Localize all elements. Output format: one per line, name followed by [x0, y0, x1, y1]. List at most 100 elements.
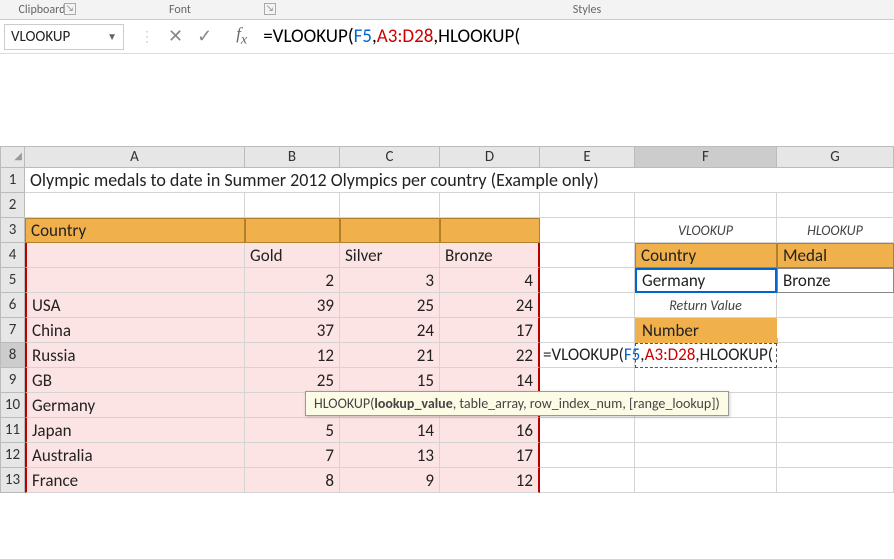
- cell-E11[interactable]: [540, 418, 635, 443]
- cell-D3[interactable]: [440, 218, 540, 243]
- cell-A4[interactable]: [25, 243, 245, 268]
- cell-C9[interactable]: 15: [340, 368, 440, 393]
- chevron-down-icon[interactable]: ▼: [107, 30, 117, 43]
- cell-G7[interactable]: [777, 318, 894, 343]
- cell-E3[interactable]: [540, 218, 635, 243]
- accept-formula-button[interactable]: ✓: [197, 25, 212, 47]
- row-header-7[interactable]: 7: [0, 318, 25, 343]
- cell-G6[interactable]: [777, 293, 894, 318]
- fx-icon[interactable]: fx: [236, 24, 247, 48]
- cell-G2[interactable]: [777, 193, 894, 218]
- cell-B4-gold[interactable]: Gold: [245, 243, 340, 268]
- cell-B10[interactable]: HLOOKUP(lookup_value, table_array, row_i…: [245, 393, 340, 418]
- row-header-3[interactable]: 3: [0, 218, 25, 243]
- col-header-F[interactable]: F: [635, 146, 777, 168]
- row-header-2[interactable]: 2: [0, 193, 25, 218]
- cell-C5[interactable]: 3: [340, 268, 440, 293]
- cell-B9[interactable]: 25: [245, 368, 340, 393]
- cell-C6[interactable]: 25: [340, 293, 440, 318]
- cell-D5[interactable]: 4: [440, 268, 540, 293]
- cell-B2[interactable]: [245, 193, 340, 218]
- row-header-6[interactable]: 6: [0, 293, 25, 318]
- cell-E9[interactable]: [540, 368, 635, 393]
- row-header-9[interactable]: 9: [0, 368, 25, 393]
- cell-C12[interactable]: 13: [340, 443, 440, 468]
- cell-A12[interactable]: Australia: [25, 443, 245, 468]
- cell-E13[interactable]: [540, 468, 635, 493]
- row-header-8[interactable]: 8: [0, 343, 25, 368]
- cell-A13[interactable]: France: [25, 468, 245, 493]
- cell-A10[interactable]: Germany: [25, 393, 245, 418]
- cell-G12[interactable]: [777, 443, 894, 468]
- cell-G8[interactable]: [777, 343, 894, 368]
- cell-E7[interactable]: [540, 318, 635, 343]
- cancel-formula-button[interactable]: ✕: [168, 25, 183, 47]
- cell-D11[interactable]: 16: [440, 418, 540, 443]
- cell-B6[interactable]: 39: [245, 293, 340, 318]
- cell-G4-medal-lbl[interactable]: Medal: [777, 243, 894, 268]
- col-header-D[interactable]: D: [440, 146, 540, 168]
- cell-G11[interactable]: [777, 418, 894, 443]
- col-header-B[interactable]: B: [245, 146, 340, 168]
- cell-F9[interactable]: [635, 368, 777, 393]
- cell-A5[interactable]: [25, 268, 245, 293]
- col-header-E[interactable]: E: [540, 146, 635, 168]
- cell-F4-country-lbl[interactable]: Country: [635, 243, 777, 268]
- cell-E2[interactable]: [540, 193, 635, 218]
- cell-C8[interactable]: 21: [340, 343, 440, 368]
- cell-F12[interactable]: [635, 443, 777, 468]
- cell-E12[interactable]: [540, 443, 635, 468]
- col-header-C[interactable]: C: [340, 146, 440, 168]
- col-header-G[interactable]: G: [777, 146, 894, 168]
- cell-D9[interactable]: 14: [440, 368, 540, 393]
- cell-B11[interactable]: 5: [245, 418, 340, 443]
- cell-B5[interactable]: 2: [245, 268, 340, 293]
- name-box[interactable]: VLOOKUP ▼: [4, 24, 124, 50]
- cell-G9[interactable]: [777, 368, 894, 393]
- cell-D7[interactable]: 17: [440, 318, 540, 343]
- cell-F3-vlookup-label[interactable]: VLOOKUP: [635, 218, 777, 243]
- cell-A2[interactable]: [25, 193, 245, 218]
- cell-G5-medal-val[interactable]: Bronze: [777, 268, 894, 293]
- cell-D6[interactable]: 24: [440, 293, 540, 318]
- cell-E8[interactable]: =VLOOKUP(F5,A3:D28,HLOOKUP(: [540, 343, 635, 368]
- cell-C7[interactable]: 24: [340, 318, 440, 343]
- cell-A3-country-header[interactable]: Country: [25, 218, 245, 243]
- function-tooltip[interactable]: HLOOKUP(lookup_value, table_array, row_i…: [305, 391, 729, 416]
- cell-G13[interactable]: [777, 468, 894, 493]
- cell-F2[interactable]: [635, 193, 777, 218]
- cell-F6-return-lbl[interactable]: Return Value: [635, 293, 777, 318]
- row-header-5[interactable]: 5: [0, 268, 25, 293]
- cell-F5-country-val[interactable]: Germany: [635, 268, 777, 293]
- cell-C11[interactable]: 14: [340, 418, 440, 443]
- row-header-1[interactable]: 1: [0, 168, 25, 193]
- cell-C2[interactable]: [340, 193, 440, 218]
- dialog-launcher-icon[interactable]: ↘: [64, 3, 76, 15]
- spreadsheet-grid[interactable]: ◢ A B C D E F G 1 Olympic medals to date…: [0, 146, 894, 493]
- cell-A1-title[interactable]: Olympic medals to date in Summer 2012 Ol…: [25, 168, 894, 193]
- cell-A11[interactable]: Japan: [25, 418, 245, 443]
- cell-D12[interactable]: 17: [440, 443, 540, 468]
- cell-E6[interactable]: [540, 293, 635, 318]
- cell-E4[interactable]: [540, 243, 635, 268]
- cell-D2[interactable]: [440, 193, 540, 218]
- cell-C13[interactable]: 9: [340, 468, 440, 493]
- cell-B8[interactable]: 12: [245, 343, 340, 368]
- row-header-12[interactable]: 12: [0, 443, 25, 468]
- cell-C4-silver[interactable]: Silver: [340, 243, 440, 268]
- cell-D4-bronze[interactable]: Bronze: [440, 243, 540, 268]
- cell-F11[interactable]: [635, 418, 777, 443]
- cell-B13[interactable]: 8: [245, 468, 340, 493]
- formula-bar[interactable]: =VLOOKUP(F5,A3:D28,HLOOKUP(: [257, 22, 894, 51]
- cell-F13[interactable]: [635, 468, 777, 493]
- row-header-10[interactable]: 10: [0, 393, 25, 418]
- cell-A6[interactable]: USA: [25, 293, 245, 318]
- row-header-4[interactable]: 4: [0, 243, 25, 268]
- cell-B12[interactable]: 7: [245, 443, 340, 468]
- row-header-13[interactable]: 13: [0, 468, 25, 493]
- cell-F7-number-lbl[interactable]: Number: [635, 318, 777, 343]
- cell-E5[interactable]: [540, 268, 635, 293]
- col-header-A[interactable]: A: [25, 146, 245, 168]
- row-header-11[interactable]: 11: [0, 418, 25, 443]
- cell-A9[interactable]: GB: [25, 368, 245, 393]
